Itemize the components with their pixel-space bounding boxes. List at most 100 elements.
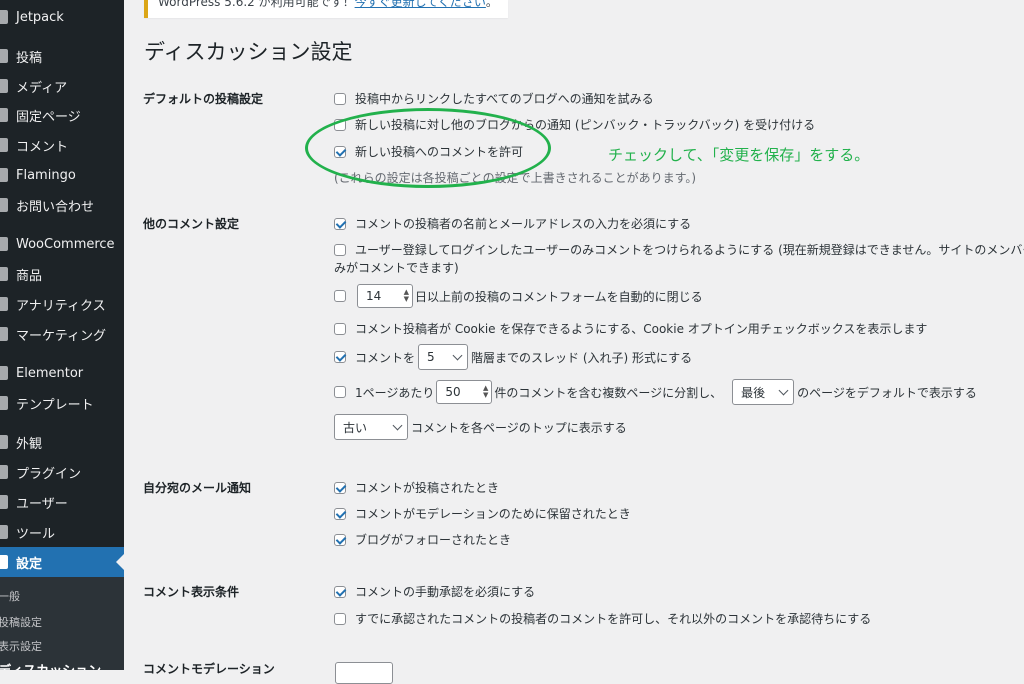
checkbox[interactable] [334, 386, 346, 398]
checkbox[interactable] [334, 290, 346, 302]
option-label: 新しい投稿へのコメントを許可 [355, 145, 524, 159]
checkbox-checked[interactable] [334, 351, 346, 363]
label-email-me: 自分宛のメール通知 [143, 481, 252, 495]
update-now-link[interactable]: 今すぐ更新してください [355, 0, 486, 9]
input-value: 50 [445, 385, 461, 399]
opt-threaded[interactable]: コメントを 5 階層までのスレッド (入れ子) 形式にする [334, 344, 692, 370]
nav-plugins[interactable]: プラグイン [0, 457, 124, 487]
select-value: 古い [343, 420, 368, 435]
settings-icon [0, 555, 8, 569]
annotation-text: チェックして、「変更を保存」をする。 [608, 146, 870, 164]
nav-label: 商品 [16, 268, 43, 284]
nav-pages[interactable]: 固定ページ [0, 100, 124, 130]
chevron-down-icon [452, 350, 463, 360]
admin-sidebar: Jetpack 投稿 メディア 固定ページ コメント Flamingo お問い合… [0, 0, 124, 670]
thread-depth-select[interactable]: 5 [418, 344, 469, 370]
label-other-comments: 他のコメント設定 [143, 217, 240, 231]
checkbox[interactable] [334, 118, 346, 131]
nav-label: アナリティクス [16, 298, 106, 314]
nav-users[interactable]: ユーザー [0, 487, 124, 517]
opt-manual-approval[interactable]: コメントの手動承認を必須にする [334, 583, 535, 600]
nav-jetpack[interactable]: Jetpack [0, 2, 124, 32]
opt-cookies[interactable]: コメント投稿者が Cookie を保存できるようにする、Cookie オプトイン… [334, 320, 927, 337]
nav-label: Elementor [16, 365, 84, 381]
nav-contact[interactable]: お問い合わせ [0, 190, 124, 220]
nav-posts[interactable]: 投稿 [0, 41, 124, 71]
comment-order-select[interactable]: 古い [334, 414, 408, 440]
checkbox[interactable] [334, 322, 346, 335]
nav-marketing[interactable]: マーケティング [0, 319, 124, 349]
nav-elementor[interactable]: Elementor [0, 358, 124, 388]
nav-tools[interactable]: ツール [0, 517, 124, 547]
elementor-icon [0, 366, 8, 380]
comments-per-page-input[interactable]: 50 ▲ ▼ [436, 380, 493, 404]
option-label: のページをデフォルトで表示する [797, 385, 977, 400]
opt-allow-comments[interactable]: 新しい投稿へのコメントを許可 [334, 143, 523, 160]
nav-appearance[interactable]: 外観 [0, 427, 124, 457]
opt-email-moderation[interactable]: コメントがモデレーションのために保留されたとき [334, 505, 631, 522]
option-label: コメントの投稿者の名前とメールアドレスの入力を必須にする [355, 217, 692, 231]
checkbox-checked[interactable] [334, 585, 346, 598]
megaphone-icon [0, 327, 8, 341]
opt-previously-approved[interactable]: すでに承認されたコメントの投稿者のコメントを許可し、それ以外のコメントを承認待ち… [334, 610, 871, 627]
settings-submenu: 一般 投稿設定 表示設定 ディスカッション [0, 577, 124, 670]
nav-flamingo[interactable]: Flamingo [0, 160, 124, 190]
nav-analytics[interactable]: アナリティクス [0, 289, 124, 319]
input-value: 14 [366, 289, 382, 303]
submenu-writing[interactable]: 投稿設定 [0, 614, 42, 630]
checkbox-checked[interactable] [334, 533, 346, 546]
media-icon [0, 79, 8, 93]
option-label: コメント投稿者が Cookie を保存できるようにする、Cookie オプトイン… [355, 322, 928, 336]
spinner-icon[interactable]: ▲ ▼ [404, 289, 409, 303]
opt-registered-only[interactable]: ユーザー登録してログインしたユーザーのみコメントをつけられるようにする (現在新… [334, 241, 1024, 258]
option-label: コメントの手動承認を必須にする [355, 585, 536, 599]
nav-label: 投稿 [16, 50, 43, 66]
opt-require-name-email[interactable]: コメントの投稿者の名前とメールアドレスの入力を必須にする [334, 215, 691, 232]
opt-email-comment-posted[interactable]: コメントが投稿されたとき [334, 479, 499, 496]
nav-label: お問い合わせ [16, 199, 95, 215]
submenu-discussion[interactable]: ディスカッション [0, 660, 101, 670]
nav-label: 外観 [16, 436, 43, 452]
checkbox-checked[interactable] [334, 481, 346, 494]
nav-products[interactable]: 商品 [0, 259, 124, 289]
opt-accept-pingbacks[interactable]: 新しい投稿に対し他のブログからの通知 (ピンバック・トラックバック) を受け付け… [334, 116, 815, 133]
opt-email-follow[interactable]: ブログがフォローされたとき [334, 531, 511, 548]
default-page-select[interactable]: 最後 [732, 379, 795, 405]
moderation-links-input[interactable] [335, 662, 393, 684]
option-label: 投稿中からリンクしたすべてのブログへの通知を試みる [355, 92, 654, 106]
submenu-general[interactable]: 一般 [0, 588, 20, 604]
nav-settings[interactable]: 設定 [0, 547, 124, 577]
spinner-icon[interactable]: ▲ ▼ [483, 385, 488, 399]
nav-label: 固定ページ [16, 109, 81, 125]
option-label-continued: みがコメントできます) [334, 261, 459, 275]
notice-text-wrap: WordPress 5.6.2 が利用可能です！今すぐ更新してください。 [158, 0, 498, 9]
nav-templates[interactable]: テンプレート [0, 388, 124, 418]
checkbox[interactable] [334, 243, 346, 256]
option-label: コメントを各ページのトップに表示する [411, 420, 627, 435]
nav-label: 設定 [16, 556, 43, 572]
nav-label: Flamingo [16, 167, 76, 183]
nav-label: ツール [16, 526, 56, 542]
nav-label: コメント [16, 139, 69, 155]
opt-close-comments[interactable]: 14 ▲ ▼ 日以上前の投稿のコメントフォームを自動的に閉じる [334, 284, 703, 308]
submenu-reading[interactable]: 表示設定 [0, 638, 42, 654]
label-comment-moderation: コメントモデレーション [143, 662, 275, 676]
checkbox-checked[interactable] [334, 217, 346, 230]
close-days-input[interactable]: 14 ▲ ▼ [357, 284, 413, 308]
option-label: コメントがモデレーションのために保留されたとき [355, 507, 631, 521]
checkbox-checked[interactable] [334, 145, 346, 158]
checkbox[interactable] [334, 612, 346, 625]
opt-paginate[interactable]: 1ページあたり 50 ▲ ▼ 件のコメントを含む複数ページに分割し、 最後 のページ… [334, 379, 977, 405]
page-icon [0, 108, 8, 122]
option-label: 1ページあたり [355, 385, 435, 400]
analytics-icon [0, 297, 8, 311]
checkbox-checked[interactable] [334, 507, 346, 520]
checkbox[interactable] [334, 92, 346, 105]
nav-media[interactable]: メディア [0, 71, 124, 101]
nav-label: WooCommerce [16, 236, 115, 252]
opt-pingback-notify[interactable]: 投稿中からリンクしたすべてのブログへの通知を試みる [334, 90, 654, 107]
nav-woocommerce[interactable]: WooCommerce [0, 229, 124, 259]
nav-comments[interactable]: コメント [0, 130, 124, 160]
woocommerce-icon [0, 237, 8, 251]
nav-label: メディア [16, 80, 68, 96]
